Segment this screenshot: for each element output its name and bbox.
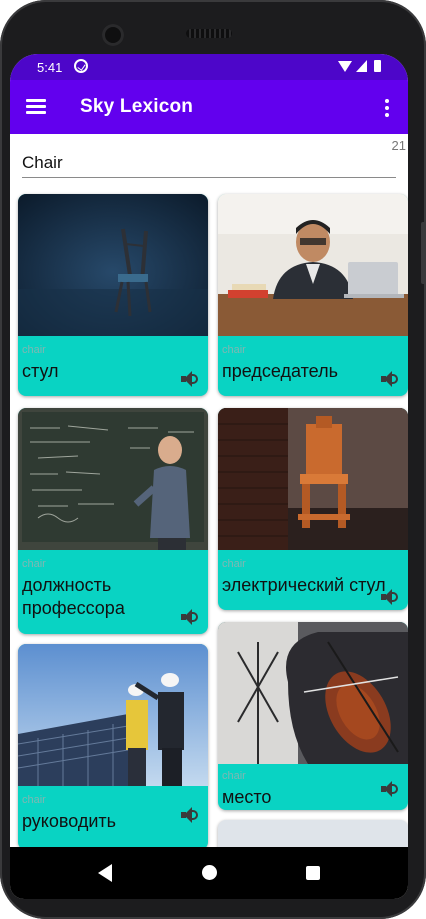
status-bar: 5:41 [10,54,408,80]
power-button[interactable] [421,222,426,284]
speaker-icon[interactable] [180,806,200,824]
app-bar: Sky Lexicon [10,80,408,134]
card-word: место [222,787,272,807]
sync-icon [74,59,88,73]
word-card-predsedatel[interactable]: chair председатель [218,194,408,396]
phone-frame: 5:41 Sky Lexicon 21 Chair chair стул cha… [0,0,426,919]
electric-chair-photo [218,408,408,550]
card-word: руководить [22,811,117,831]
status-time: 5:41 [37,60,63,75]
card-source: chair [22,558,46,570]
card-source: chair [222,770,246,782]
card-source: chair [22,344,46,356]
chairman-photo [218,194,408,336]
card-word: председатель [222,361,338,381]
front-camera [102,24,124,46]
earpiece-speaker [186,29,232,38]
speaker-icon[interactable] [180,370,200,388]
speaker-icon[interactable] [180,608,200,626]
system-nav-bar [10,847,408,899]
recents-icon[interactable] [306,866,320,880]
word-card-elektricheskiy-stul[interactable]: chair электрический стул [218,408,408,610]
card-word: электрический стул [222,575,386,595]
card-word: стул [22,361,59,381]
menu-icon[interactable] [26,98,46,114]
word-card-mesto[interactable]: chair место [218,622,408,810]
screen: 5:41 Sky Lexicon 21 Chair chair стул cha… [10,54,408,899]
search-input[interactable] [22,150,396,178]
speaker-icon[interactable] [380,588,400,606]
card-source: chair [222,558,246,570]
overflow-menu-icon[interactable] [380,98,394,118]
app-title: Sky Lexicon [80,96,194,117]
professor-photo [18,408,208,550]
card-word: должность профессора [22,575,125,618]
cello-photo [218,622,408,764]
wifi-icon [338,61,352,72]
battery-icon [374,60,381,72]
speaker-icon[interactable] [380,780,400,798]
card-source: chair [222,344,246,356]
home-icon[interactable] [202,865,217,880]
word-card-rukovodit[interactable]: chair руководить [18,644,208,850]
signal-icon [356,60,367,72]
word-card-stul[interactable]: chair стул [18,194,208,396]
card-source: chair [22,794,46,806]
speaker-icon[interactable] [380,370,400,388]
engineers-photo [18,644,208,786]
back-icon[interactable] [98,864,112,882]
chair-photo [18,194,208,336]
word-card-dolzhnost-professora[interactable]: chair должность профессора [18,408,208,634]
